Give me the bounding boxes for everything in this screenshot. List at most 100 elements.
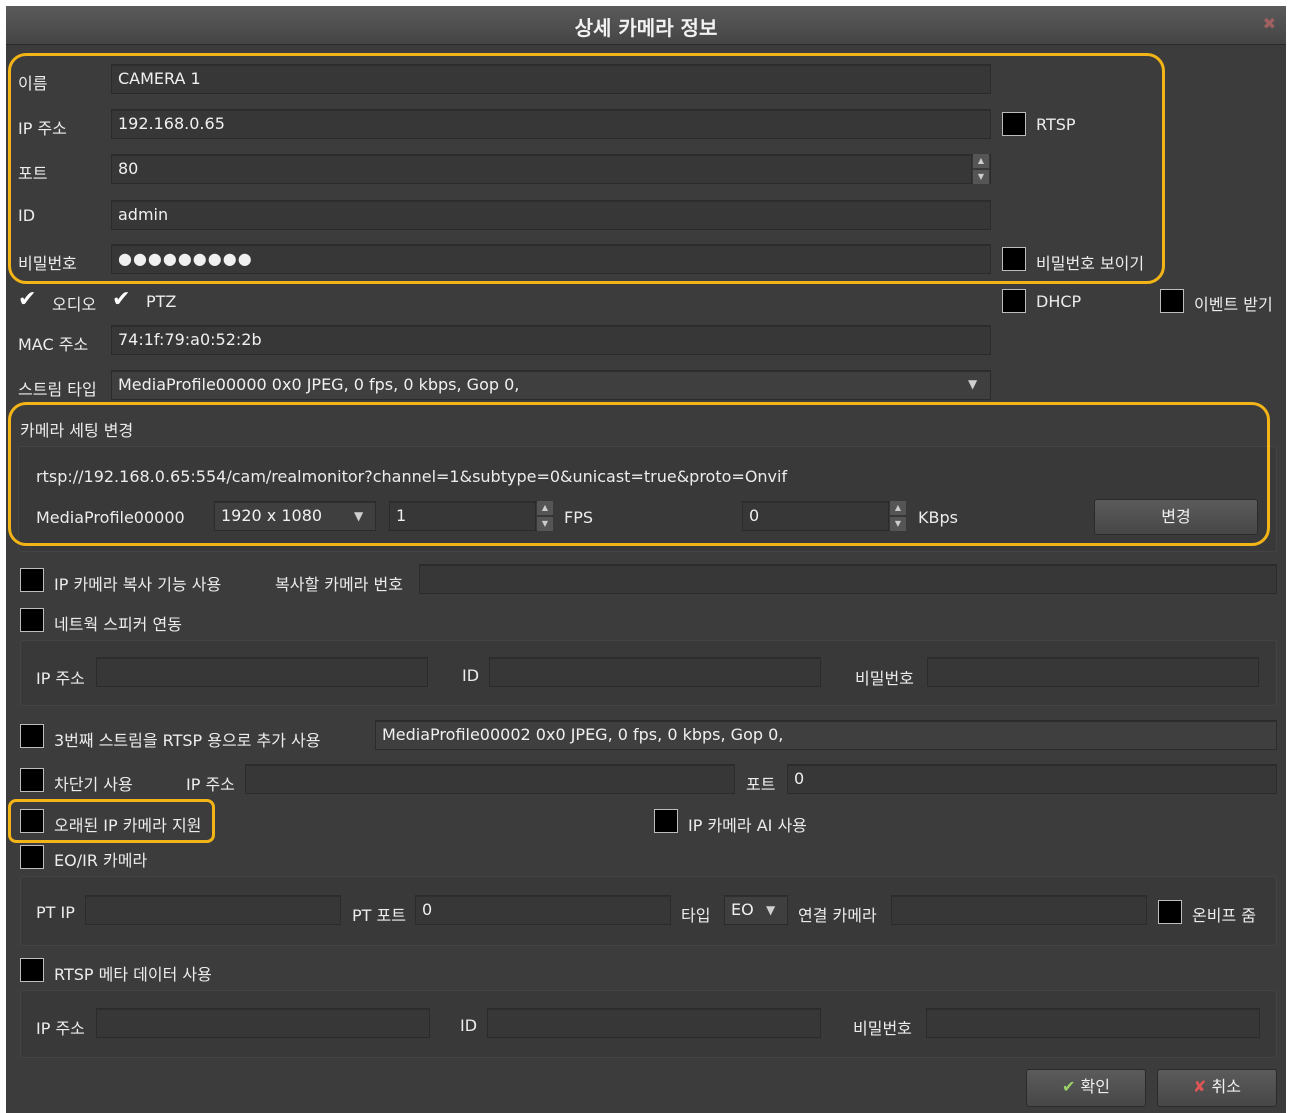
linked-camera-input[interactable]	[891, 895, 1147, 925]
third-stream-select[interactable]: MediaProfile00002 0x0 JPEG, 0 fps, 0 kbp…	[375, 720, 1277, 750]
speaker-password-input[interactable]	[927, 657, 1259, 687]
name-label: 이름	[18, 74, 48, 93]
mac-input[interactable]: 74:1f:79:a0:52:2b	[111, 325, 991, 355]
password-label: 비밀번호	[18, 254, 77, 273]
spin-up-icon[interactable]: ▲	[890, 501, 906, 515]
speaker-ip-input[interactable]	[96, 657, 428, 687]
copy-target-label: 복사할 카메라 번호	[275, 575, 403, 594]
meta-id-input[interactable]	[487, 1008, 821, 1038]
meta-password-label: 비밀번호	[853, 1019, 912, 1038]
close-icon[interactable]: ✖	[1263, 14, 1276, 33]
kbps-stepper[interactable]: 0	[742, 501, 906, 531]
id-input[interactable]: admin	[111, 200, 991, 230]
chevron-down-icon[interactable]: ▼	[354, 509, 363, 523]
speaker-ip-label: IP 주소	[36, 669, 85, 688]
id-label: ID	[18, 206, 36, 225]
name-input[interactable]: CAMERA 1	[111, 64, 991, 94]
ptz-checkbox[interactable]: ✔	[112, 288, 136, 312]
profile-label: MediaProfile00000	[36, 508, 185, 527]
meta-ip-label: IP 주소	[36, 1019, 85, 1038]
ai-checkbox[interactable]	[654, 809, 678, 833]
cancel-label: 취소	[1211, 1077, 1241, 1096]
meta-id-label: ID	[460, 1016, 478, 1035]
fps-spin-buttons[interactable]: ▲ ▼	[535, 501, 553, 531]
speaker-id-input[interactable]	[489, 657, 821, 687]
breaker-ip-input[interactable]	[245, 764, 735, 794]
type-label: 타입	[681, 906, 711, 925]
type-value: EO	[731, 900, 754, 919]
mac-label: MAC 주소	[18, 335, 89, 354]
network-speaker-label: 네트웍 스피커 연동	[54, 615, 182, 634]
pt-port-label: PT 포트	[352, 906, 406, 925]
ip-label: IP 주소	[18, 119, 67, 138]
spin-up-icon[interactable]: ▲	[973, 154, 989, 168]
rtsp-label: RTSP	[1036, 115, 1076, 134]
type-select[interactable]: EO	[724, 895, 788, 925]
breaker-port-label: 포트	[746, 775, 776, 794]
spin-down-icon[interactable]: ▼	[890, 517, 906, 531]
eoir-label: EO/IR 카메라	[54, 851, 148, 870]
chevron-down-icon[interactable]: ▼	[968, 377, 977, 391]
rtsp-checkbox[interactable]	[1002, 112, 1026, 136]
ip-copy-checkbox[interactable]	[20, 568, 44, 592]
ip-input[interactable]: 192.168.0.65	[111, 109, 991, 139]
audio-label: 오디오	[52, 295, 97, 314]
dhcp-checkbox[interactable]	[1002, 289, 1026, 313]
chevron-down-icon[interactable]: ▼	[766, 903, 775, 917]
fps-stepper[interactable]: 1	[389, 501, 553, 531]
ok-icon: ✔	[1062, 1077, 1076, 1096]
spin-down-icon[interactable]: ▼	[973, 170, 989, 184]
third-stream-label: 3번째 스트림을 RTSP 용으로 추가 사용	[54, 731, 321, 750]
spin-down-icon[interactable]: ▼	[537, 517, 553, 531]
breaker-checkbox[interactable]	[20, 768, 44, 792]
dialog-title: 상세 카메라 정보	[574, 16, 718, 40]
meta-ip-input[interactable]	[96, 1008, 430, 1038]
pt-ip-input[interactable]	[85, 895, 341, 925]
kbps-spin-buttons[interactable]: ▲ ▼	[888, 501, 906, 531]
password-input[interactable]: ●●●●●●●●●	[111, 244, 991, 274]
camera-settings-group	[18, 446, 1277, 552]
show-password-checkbox[interactable]	[1002, 247, 1026, 271]
kbps-label: KBps	[918, 508, 958, 527]
port-value: 80	[118, 159, 139, 178]
copy-target-input[interactable]	[419, 564, 1277, 594]
meta-password-input[interactable]	[926, 1008, 1260, 1038]
port-label: 포트	[18, 164, 48, 183]
pt-ip-label: PT IP	[36, 903, 75, 922]
resolution-select[interactable]: 1920 x 1080	[214, 501, 376, 531]
pt-port-input[interactable]: 0	[415, 895, 671, 925]
breaker-port-input[interactable]: 0	[787, 764, 1277, 794]
rtsp-meta-label: RTSP 메타 데이터 사용	[54, 965, 212, 984]
event-label: 이벤트 받기	[1194, 295, 1273, 314]
change-button[interactable]: 변경	[1094, 499, 1258, 535]
stream-type-value: MediaProfile00000 0x0 JPEG, 0 fps, 0 kbp…	[118, 375, 520, 394]
kbps-value: 0	[749, 506, 760, 525]
speaker-id-label: ID	[462, 666, 480, 685]
audio-checkbox[interactable]: ✔	[18, 288, 42, 312]
eoir-checkbox[interactable]	[20, 845, 44, 869]
stream-type-select[interactable]: MediaProfile00000 0x0 JPEG, 0 fps, 0 kbp…	[111, 370, 991, 400]
breaker-label: 차단기 사용	[54, 775, 133, 794]
ai-label: IP 카메라 AI 사용	[688, 816, 807, 835]
event-checkbox[interactable]	[1160, 289, 1184, 313]
spin-up-icon[interactable]: ▲	[537, 501, 553, 515]
resolution-value: 1920 x 1080	[221, 506, 323, 525]
fps-label: FPS	[564, 508, 594, 527]
ptz-label: PTZ	[146, 292, 177, 311]
speaker-password-label: 비밀번호	[855, 669, 914, 688]
linked-camera-label: 연결 카메라	[798, 906, 877, 925]
third-stream-checkbox[interactable]	[20, 724, 44, 748]
port-spin-buttons[interactable]: ▲ ▼	[971, 154, 989, 184]
cancel-icon: ✘	[1193, 1077, 1207, 1096]
ok-button[interactable]: ✔ 확인	[1026, 1069, 1146, 1107]
cancel-button[interactable]: ✘ 취소	[1157, 1069, 1277, 1107]
onvif-zoom-label: 온비프 줌	[1192, 906, 1256, 925]
rtsp-meta-checkbox[interactable]	[20, 958, 44, 982]
legacy-camera-checkbox[interactable]	[20, 809, 44, 833]
port-stepper[interactable]: 80	[111, 154, 991, 184]
onvif-zoom-checkbox[interactable]	[1158, 900, 1182, 924]
camera-settings-header: 카메라 세팅 변경	[20, 421, 134, 440]
network-speaker-checkbox[interactable]	[20, 608, 44, 632]
rtsp-url-text: rtsp://192.168.0.65:554/cam/realmonitor?…	[36, 467, 788, 486]
breaker-ip-label: IP 주소	[186, 775, 235, 794]
